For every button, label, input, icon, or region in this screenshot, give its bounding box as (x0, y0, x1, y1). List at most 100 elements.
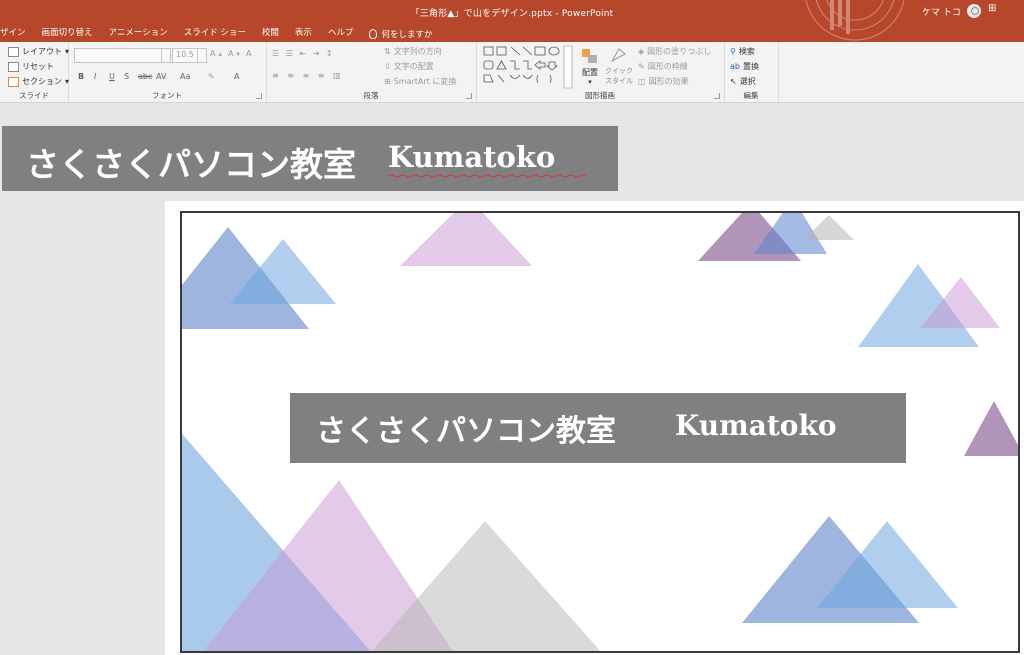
group-label-slides: スライド (19, 91, 49, 100)
italic-button[interactable]: I (94, 72, 96, 81)
layout-button[interactable]: レイアウト ▾ (8, 46, 69, 57)
reset-label: リセット (22, 62, 54, 71)
clear-formatting-label: A (246, 49, 252, 58)
reset-icon (8, 61, 19, 72)
align-text-label: 文字の配置 (393, 62, 434, 71)
slide-banner-brand: Kumatoko (675, 409, 837, 442)
find-label: 検索 (738, 47, 755, 56)
bold-button[interactable]: B (78, 72, 84, 81)
text-direction-icon: ⇅ (384, 47, 391, 56)
shape-fill-button[interactable]: ◈ 図形の塗りつぶし (638, 46, 711, 57)
search-icon: ⚲ (730, 47, 736, 56)
slide-banner[interactable]: さくさくパソコン教室 Kumatoko (290, 393, 906, 463)
font-size-value: 10.5 (176, 50, 194, 59)
tab-transitions[interactable]: 画面切り替え (34, 24, 101, 42)
text-direction-label: 文字列の方向 (393, 47, 442, 56)
caret-up-icon: ▴ (218, 49, 222, 58)
dialog-launcher-icon[interactable] (466, 93, 472, 99)
clear-formatting-button[interactable]: A (246, 49, 251, 58)
arrange-button[interactable]: 配置 ▾ (578, 47, 602, 86)
paint-bucket-icon: ◈ (638, 47, 645, 56)
smartart-button[interactable]: ⊞ SmartArt に変換 (384, 76, 456, 87)
layout-icon (8, 46, 19, 57)
group-paragraph: ☰ ☰ ⇤ ⇥ ↕ ≡ ≡ ≡ ≡ ▥ ⇅ 文字列の方向 ⇳ 文字の配置 ⊞ Smar… (266, 42, 477, 102)
tab-design[interactable]: ザイン (0, 24, 34, 42)
smartart-label: SmartArt に変換 (393, 77, 457, 86)
chevron-down-icon[interactable] (161, 49, 170, 62)
quick-styles-label-2: スタイル (605, 77, 633, 85)
ribbon-display-options-icon[interactable]: ⊞ (988, 3, 996, 14)
canvas-banner[interactable]: さくさくパソコン教室 Kumatoko (2, 126, 618, 191)
chevron-down-icon[interactable] (197, 49, 206, 62)
window-title: 「三角形▲」で山をデザイン.pptx - PowerPoint (410, 9, 614, 19)
caret-down-icon: ▾ (236, 49, 240, 58)
tab-help[interactable]: ヘルプ (320, 24, 362, 42)
dialog-launcher-icon[interactable] (256, 93, 262, 99)
shape-outline-button[interactable]: ✎ 図形の枠線 (638, 61, 688, 72)
dialog-launcher-icon[interactable] (714, 93, 720, 99)
slide-canvas[interactable]: さくさくパソコン教室 Kumatoko (180, 211, 1020, 653)
triangle (964, 401, 1018, 456)
section-label: セクション (22, 77, 62, 86)
tell-me-label: 何をしますか (381, 30, 433, 40)
font-name-combo[interactable] (74, 48, 171, 63)
select-button[interactable]: ↖ 選択 (730, 76, 756, 87)
character-spacing-button[interactable]: AV (156, 72, 166, 81)
replace-button[interactable]: ab 置換 (730, 61, 759, 72)
find-button[interactable]: ⚲ 検索 (730, 46, 755, 57)
lightbulb-icon (369, 29, 378, 39)
shape-fill-label: 図形の塗りつぶし (647, 47, 712, 56)
replace-label: 置換 (742, 62, 759, 71)
user-name: ケマ トコ (922, 7, 961, 18)
grow-font-label: A (210, 49, 216, 58)
group-editing: ⚲ 検索 ab 置換 ↖ 選択 編集 (724, 42, 779, 102)
pen-icon: ✎ (638, 62, 645, 71)
account-area[interactable]: ケマ トコ (922, 3, 981, 19)
shadow-button[interactable]: S (124, 72, 129, 81)
section-button[interactable]: セクション ▾ (8, 76, 69, 87)
shape-effects-button[interactable]: ◫ 図形の効果 (638, 76, 689, 87)
shrink-font-button[interactable]: A ▾ (228, 49, 240, 58)
alignment-icons[interactable]: ≡ ≡ ≡ ≡ ▥ (272, 71, 344, 80)
tab-slide-show[interactable]: スライド ショー (176, 24, 254, 42)
underline-button[interactable]: U (109, 72, 115, 81)
title-bar: 「三角形▲」で山をデザイン.pptx - PowerPoint ケマ トコ ⊞ … (0, 0, 1024, 42)
font-size-combo[interactable]: 10.5 (172, 48, 207, 63)
highlight-icon[interactable]: ✎ (208, 72, 215, 81)
tab-review[interactable]: 校閲 (254, 24, 287, 42)
group-label-paragraph: 段落 (363, 91, 379, 100)
user-avatar-icon[interactable] (966, 4, 981, 18)
font-color-button[interactable]: A (234, 72, 239, 81)
grow-font-button[interactable]: A ▴ (210, 49, 222, 58)
reset-button[interactable]: リセット (8, 61, 54, 72)
text-direction-button[interactable]: ⇅ 文字列の方向 (384, 46, 442, 57)
tab-view[interactable]: 表示 (287, 24, 320, 42)
group-label-font: フォント (152, 91, 182, 100)
effects-icon: ◫ (638, 77, 646, 86)
layout-label: レイアウト (22, 47, 62, 56)
change-case-button[interactable]: Aa (180, 72, 190, 81)
group-slides: レイアウト ▾ リセット セクション ▾ スライド (0, 42, 69, 102)
spellcheck-underline (388, 174, 587, 178)
shapes-gallery[interactable] (482, 45, 574, 89)
group-font: 10.5 A ▴ A ▾ A B I U S abc AV Aa ✎ A フォント (68, 42, 267, 102)
tell-me-search[interactable]: 何をしますか (361, 24, 440, 42)
bullets-icon[interactable]: ☰ ☰ ⇤ ⇥ ↕ (272, 49, 335, 58)
section-icon (8, 76, 19, 87)
group-label-editing: 編集 (743, 91, 759, 100)
triangle (400, 213, 532, 266)
shape-outline-label: 図形の枠線 (647, 62, 688, 71)
smartart-icon: ⊞ (384, 77, 391, 86)
strikethrough-button[interactable]: abc (138, 72, 152, 81)
shrink-font-label: A (228, 49, 234, 58)
replace-icon: ab (730, 62, 740, 71)
align-text-button[interactable]: ⇳ 文字の配置 (384, 61, 434, 72)
group-drawing: 配置 ▾ クイック スタイル ◈ 図形の塗りつぶし ✎ 図形の枠線 ◫ 図形の効果 図… (476, 42, 725, 102)
shape-effects-label: 図形の効果 (648, 77, 689, 86)
canvas-banner-title: さくさくパソコン教室 (26, 145, 356, 184)
ribbon-tabs: ザイン 画面切り替え アニメーション スライド ショー 校閲 表示 ヘルプ 何を… (0, 24, 440, 42)
quick-styles-button[interactable]: クイック スタイル (604, 46, 634, 86)
arrange-icon (582, 49, 597, 63)
slide-banner-title: さくさくパソコン教室 (316, 414, 616, 449)
tab-animations[interactable]: アニメーション (101, 24, 176, 42)
